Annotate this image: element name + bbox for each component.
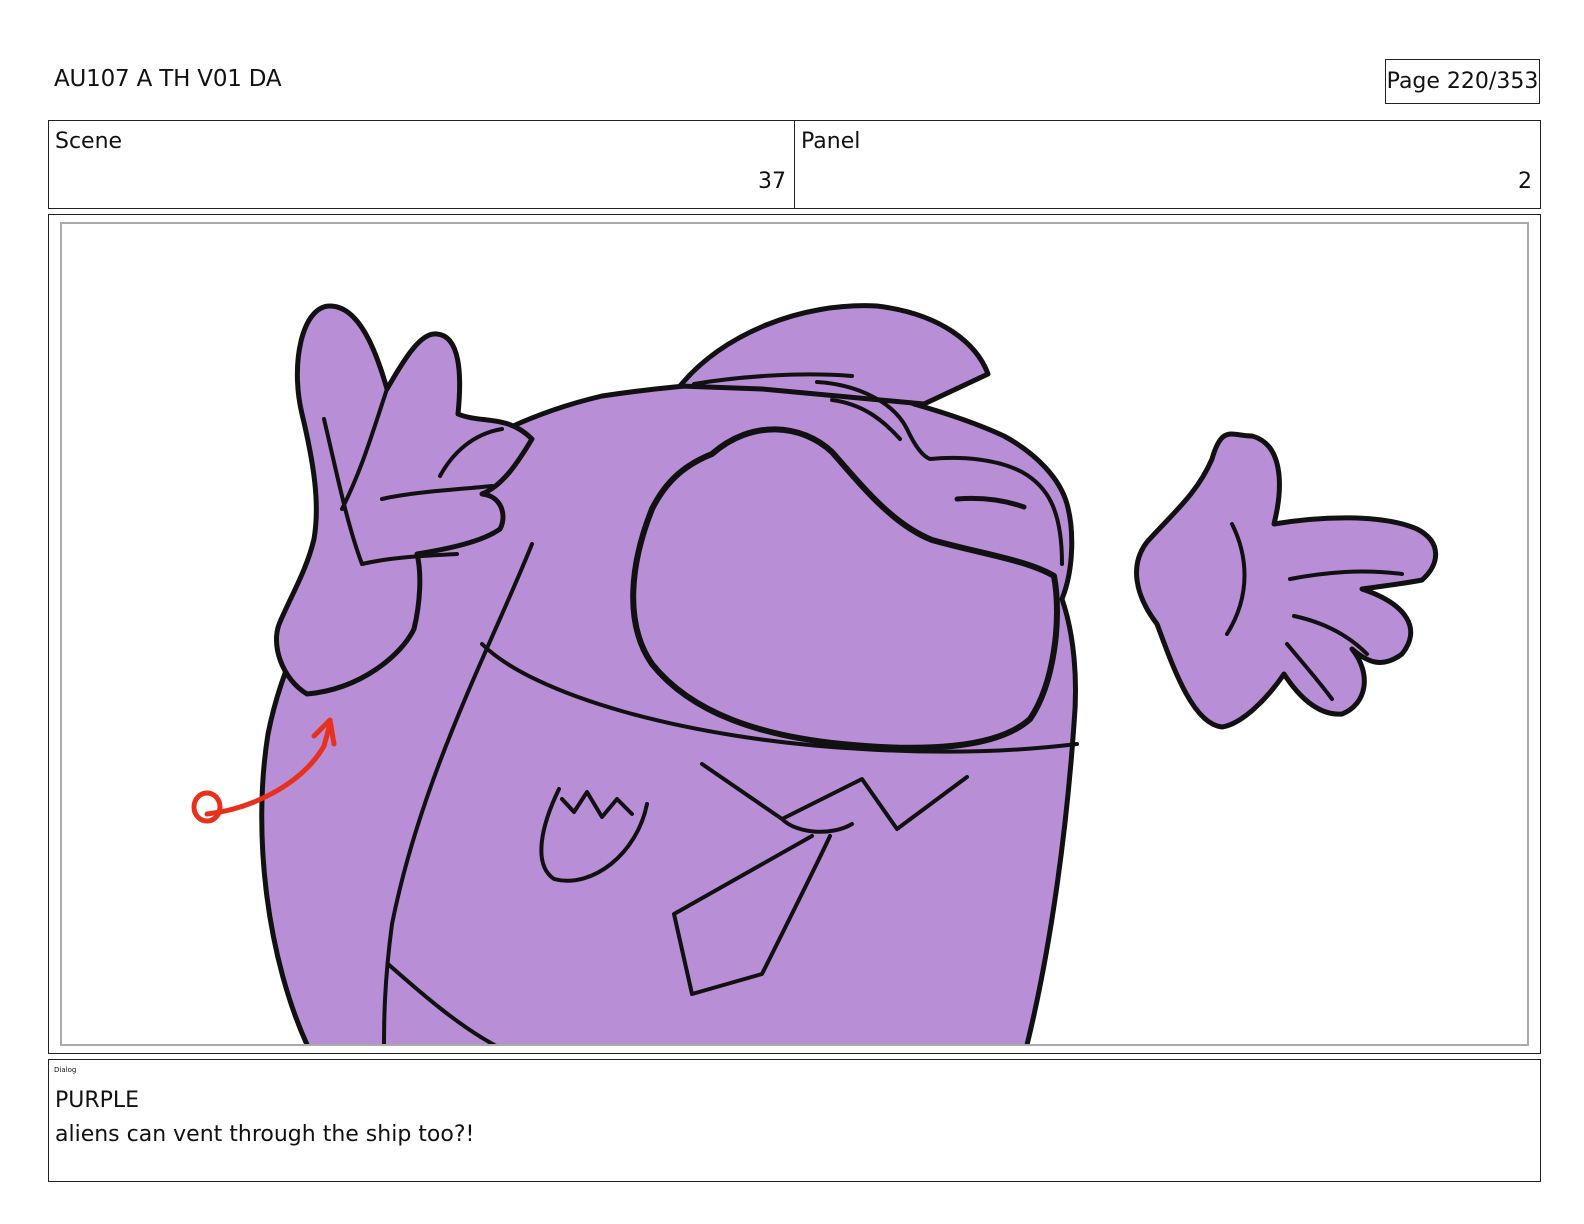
scene-cell: Scene 37 — [49, 121, 794, 208]
scene-panel-info-row: Scene 37 Panel 2 — [48, 120, 1541, 209]
panel-cell: Panel 2 — [794, 121, 1540, 208]
red-annotation-circle — [191, 790, 223, 824]
page-indicator: Page 220/353 — [1385, 59, 1540, 104]
dialog-box: Dialog PURPLE aliens can vent through th… — [48, 1059, 1541, 1182]
dialog-line: aliens can vent through the ship too?! — [55, 1122, 475, 1147]
helmet-top — [677, 303, 991, 407]
scene-number: 37 — [758, 169, 786, 194]
panel-label: Panel — [801, 129, 861, 154]
dialog-label: Dialog — [54, 1066, 77, 1074]
pointing-right-hand — [1134, 431, 1439, 730]
storyboard-panel-frame — [48, 214, 1541, 1054]
panel-number: 2 — [1518, 169, 1532, 194]
document-title: AU107 A TH V01 DA — [54, 66, 282, 92]
scene-label: Scene — [55, 129, 123, 154]
dialog-speaker: PURPLE — [55, 1088, 140, 1113]
storyboard-artwork — [191, 303, 1439, 1044]
storyboard-drawing-area — [60, 222, 1529, 1046]
